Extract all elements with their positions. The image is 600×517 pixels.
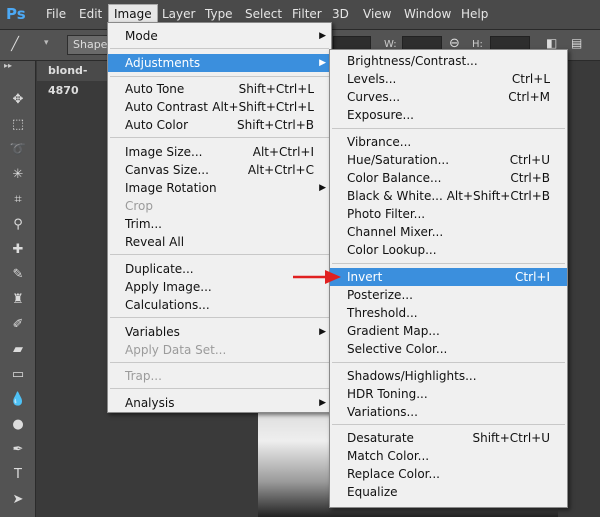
submenu-arrow-icon: ▶ <box>319 398 326 408</box>
submenu-item-color-lookup[interactable]: Color Lookup... <box>330 241 567 259</box>
submenu-item-shadows-highlights[interactable]: Shadows/Highlights... <box>330 367 567 385</box>
submenu-item-threshold[interactable]: Threshold... <box>330 304 567 322</box>
menu-image[interactable]: Image <box>108 4 158 24</box>
menu-item-image-rotation[interactable]: Image Rotation ▶ <box>108 179 331 197</box>
dodge-tool-icon[interactable]: ● <box>9 416 27 434</box>
menu-separator <box>332 424 565 425</box>
menu-separator <box>110 137 329 138</box>
menu-item-canvas-size[interactable]: Canvas Size... Alt+Ctrl+C <box>108 161 331 179</box>
menu-separator <box>332 128 565 129</box>
submenu-item-posterize[interactable]: Posterize... <box>330 286 567 304</box>
submenu-arrow-icon: ▶ <box>319 327 326 337</box>
adjustments-submenu: Brightness/Contrast... Levels... Ctrl+L C… <box>329 49 568 508</box>
collapse-panel-icon[interactable]: ▸▸ <box>4 61 12 70</box>
submenu-item-brightness-contrast[interactable]: Brightness/Contrast... <box>330 52 567 70</box>
crop-tool-icon[interactable]: ⌗ <box>9 191 27 209</box>
lasso-tool-icon[interactable]: ➰ <box>9 141 27 159</box>
menu-item-auto-tone[interactable]: Auto Tone Shift+Ctrl+L <box>108 80 331 98</box>
menu-item-image-size[interactable]: Image Size... Alt+Ctrl+I <box>108 143 331 161</box>
annotation-arrow-icon <box>293 270 341 284</box>
submenu-item-hdr-toning[interactable]: HDR Toning... <box>330 385 567 403</box>
magic-wand-tool-icon[interactable]: ✳ <box>9 166 27 184</box>
submenu-item-channel-mixer[interactable]: Channel Mixer... <box>330 223 567 241</box>
menu-item-crop: Crop <box>125 199 154 213</box>
path-operations-icon[interactable]: ◧ <box>546 36 557 50</box>
menu-item-adjustments[interactable]: Adjustments ▶ <box>108 54 331 72</box>
path-alignment-icon[interactable]: ▤ <box>571 36 582 50</box>
submenu-arrow-icon: ▶ <box>319 183 326 193</box>
menu-file[interactable]: File <box>46 6 66 22</box>
marquee-tool-icon[interactable]: ⬚ <box>9 116 27 134</box>
menu-item-trim[interactable]: Trim... <box>108 215 331 233</box>
submenu-item-curves[interactable]: Curves... Ctrl+M <box>330 88 567 106</box>
menu-separator <box>110 76 329 77</box>
path-selection-tool-icon[interactable]: ➤ <box>9 491 27 509</box>
menu-layer[interactable]: Layer <box>162 6 195 22</box>
submenu-item-replace-color[interactable]: Replace Color... <box>330 465 567 483</box>
tools-panel: ▸▸ ✥ ⬚ ➰ ✳ ⌗ ⚲ ✚ ✎ ♜ ✐ ▰ ▭ 💧 ● ✒ T ➤ <box>0 61 36 517</box>
line-tool-icon[interactable]: ╱ <box>6 36 24 54</box>
tool-preset-arrow-icon[interactable]: ▾ <box>44 38 49 48</box>
submenu-item-gradient-map[interactable]: Gradient Map... <box>330 322 567 340</box>
menu-item-reveal-all[interactable]: Reveal All <box>108 233 331 251</box>
menu-item-trap: Trap... <box>125 369 162 383</box>
submenu-item-invert[interactable]: Invert Ctrl+I <box>330 268 567 286</box>
healing-brush-tool-icon[interactable]: ✚ <box>9 241 27 259</box>
menu-type[interactable]: Type <box>205 6 233 22</box>
submenu-item-exposure[interactable]: Exposure... <box>330 106 567 124</box>
menu-select[interactable]: Select <box>245 6 282 22</box>
menu-separator <box>110 362 329 363</box>
submenu-arrow-icon: ▶ <box>319 58 326 68</box>
menu-filter[interactable]: Filter <box>292 6 322 22</box>
gradient-tool-icon[interactable]: ▭ <box>9 366 27 384</box>
submenu-item-vibrance[interactable]: Vibrance... <box>330 133 567 151</box>
menu-help[interactable]: Help <box>461 6 488 22</box>
menu-separator <box>332 263 565 264</box>
menu-view[interactable]: View <box>363 6 391 22</box>
menu-window[interactable]: Window <box>404 6 451 22</box>
submenu-item-equalize[interactable]: Equalize <box>330 483 567 501</box>
photoshop-logo: Ps <box>6 5 26 23</box>
menu-3d[interactable]: 3D <box>332 6 349 22</box>
menu-item-analysis[interactable]: Analysis ▶ <box>108 394 331 412</box>
menu-item-mode[interactable]: Mode ▶ <box>108 27 331 45</box>
submenu-item-color-balance[interactable]: Color Balance... Ctrl+B <box>330 169 567 187</box>
submenu-item-hue-saturation[interactable]: Hue/Saturation... Ctrl+U <box>330 151 567 169</box>
type-tool-icon[interactable]: T <box>9 466 27 484</box>
submenu-item-variations[interactable]: Variations... <box>330 403 567 421</box>
menu-separator <box>110 317 329 318</box>
menu-separator <box>332 362 565 363</box>
eraser-tool-icon[interactable]: ▰ <box>9 341 27 359</box>
clone-stamp-tool-icon[interactable]: ♜ <box>9 291 27 309</box>
menu-edit[interactable]: Edit <box>79 6 102 22</box>
document-tab[interactable]: blond-4870 <box>37 61 109 97</box>
menu-separator <box>110 254 329 255</box>
submenu-item-black-white[interactable]: Black & White... Alt+Shift+Ctrl+B <box>330 187 567 205</box>
menu-item-apply-data-set: Apply Data Set... <box>125 343 227 357</box>
submenu-item-desaturate[interactable]: Desaturate Shift+Ctrl+U <box>330 429 567 447</box>
menu-separator <box>110 48 329 49</box>
submenu-arrow-icon: ▶ <box>319 31 326 41</box>
menu-item-variables[interactable]: Variables ▶ <box>108 323 331 341</box>
brush-tool-icon[interactable]: ✎ <box>9 266 27 284</box>
blur-tool-icon[interactable]: 💧 <box>9 391 27 409</box>
submenu-item-match-color[interactable]: Match Color... <box>330 447 567 465</box>
menu-item-auto-contrast[interactable]: Auto Contrast Alt+Shift+Ctrl+L <box>108 98 331 116</box>
submenu-item-levels[interactable]: Levels... Ctrl+L <box>330 70 567 88</box>
menu-item-auto-color[interactable]: Auto Color Shift+Ctrl+B <box>108 116 331 134</box>
submenu-item-photo-filter[interactable]: Photo Filter... <box>330 205 567 223</box>
submenu-item-selective-color[interactable]: Selective Color... <box>330 340 567 358</box>
eyedropper-tool-icon[interactable]: ⚲ <box>9 216 27 234</box>
menu-item-calculations[interactable]: Calculations... <box>108 296 331 314</box>
history-brush-tool-icon[interactable]: ✐ <box>9 316 27 334</box>
move-tool-icon[interactable]: ✥ <box>9 91 27 109</box>
menu-separator <box>110 388 329 389</box>
pen-tool-icon[interactable]: ✒ <box>9 441 27 459</box>
image-menu: Mode ▶ Adjustments ▶ Auto Tone Shift+Ctrl+L… <box>107 22 332 413</box>
